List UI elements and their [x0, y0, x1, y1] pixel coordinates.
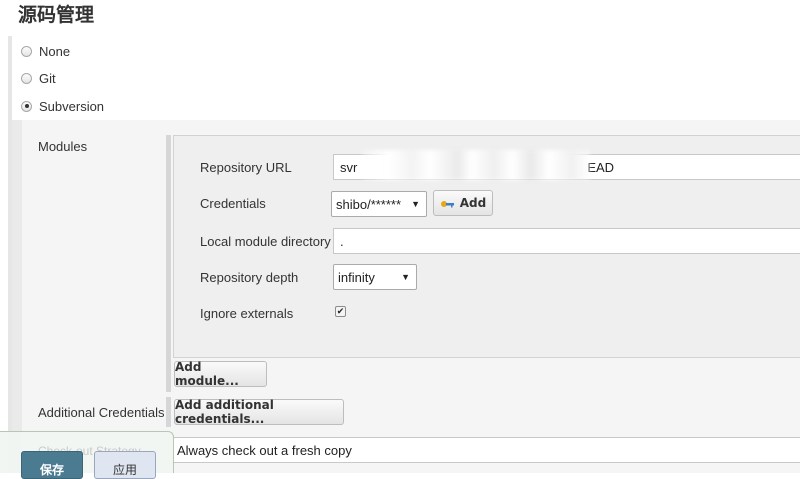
scm-option-none[interactable]: None	[21, 41, 70, 61]
ignore-externals-checkbox[interactable]: ✔	[335, 306, 346, 317]
credentials-select[interactable]: shibo/****** ▼	[331, 191, 427, 217]
repository-url-label: Repository URL	[200, 160, 292, 175]
repository-depth-label: Repository depth	[200, 270, 299, 285]
redaction-blur	[362, 150, 590, 180]
scm-option-none-label: None	[39, 43, 71, 59]
add-credentials-label: Add	[459, 196, 487, 210]
local-module-directory-label: Local module directory	[200, 234, 331, 249]
radio-git[interactable]	[21, 72, 32, 84]
local-module-directory-value: .	[340, 233, 344, 249]
additional-credentials-rail	[166, 397, 171, 427]
add-module-button[interactable]: Add module...	[174, 360, 267, 388]
local-module-directory-input[interactable]: .	[333, 228, 800, 254]
repository-url-value-start: svr	[340, 159, 358, 175]
chevron-down-icon: ▼	[401, 272, 410, 282]
scm-option-subversion[interactable]: Subversion	[21, 96, 104, 116]
section-title: 源码管理	[18, 4, 95, 26]
add-additional-credentials-button[interactable]: Add additional credentials...	[174, 398, 344, 426]
save-button[interactable]: 保存	[21, 451, 83, 479]
credentials-selected: shibo/******	[336, 196, 402, 212]
ignore-externals-label: Ignore externals	[200, 306, 294, 321]
checkout-strategy-selected: Always check out a fresh copy	[177, 442, 352, 458]
apply-button[interactable]: 应用	[94, 451, 156, 479]
checkout-strategy-select[interactable]: Always check out a fresh copy	[173, 437, 800, 463]
modules-label: Modules	[38, 139, 88, 154]
scm-option-git[interactable]: Git	[21, 68, 56, 88]
key-icon	[440, 198, 460, 208]
subversion-config-rail	[12, 120, 22, 473]
chevron-down-icon: ▼	[411, 199, 420, 209]
repository-depth-select[interactable]: infinity ▼	[333, 264, 417, 290]
radio-subversion[interactable]	[21, 100, 32, 112]
add-credentials-button[interactable]: Add	[433, 190, 493, 216]
repository-depth-selected: infinity	[338, 269, 375, 285]
scm-option-subversion-label: Subversion	[39, 98, 105, 114]
scm-option-git-label: Git	[39, 70, 56, 86]
radio-none[interactable]	[21, 45, 32, 57]
credentials-label: Credentials	[200, 196, 266, 211]
modules-rail	[166, 135, 171, 392]
repository-url-value-end: EAD	[587, 159, 615, 175]
additional-credentials-label: Additional Credentials	[38, 405, 165, 420]
